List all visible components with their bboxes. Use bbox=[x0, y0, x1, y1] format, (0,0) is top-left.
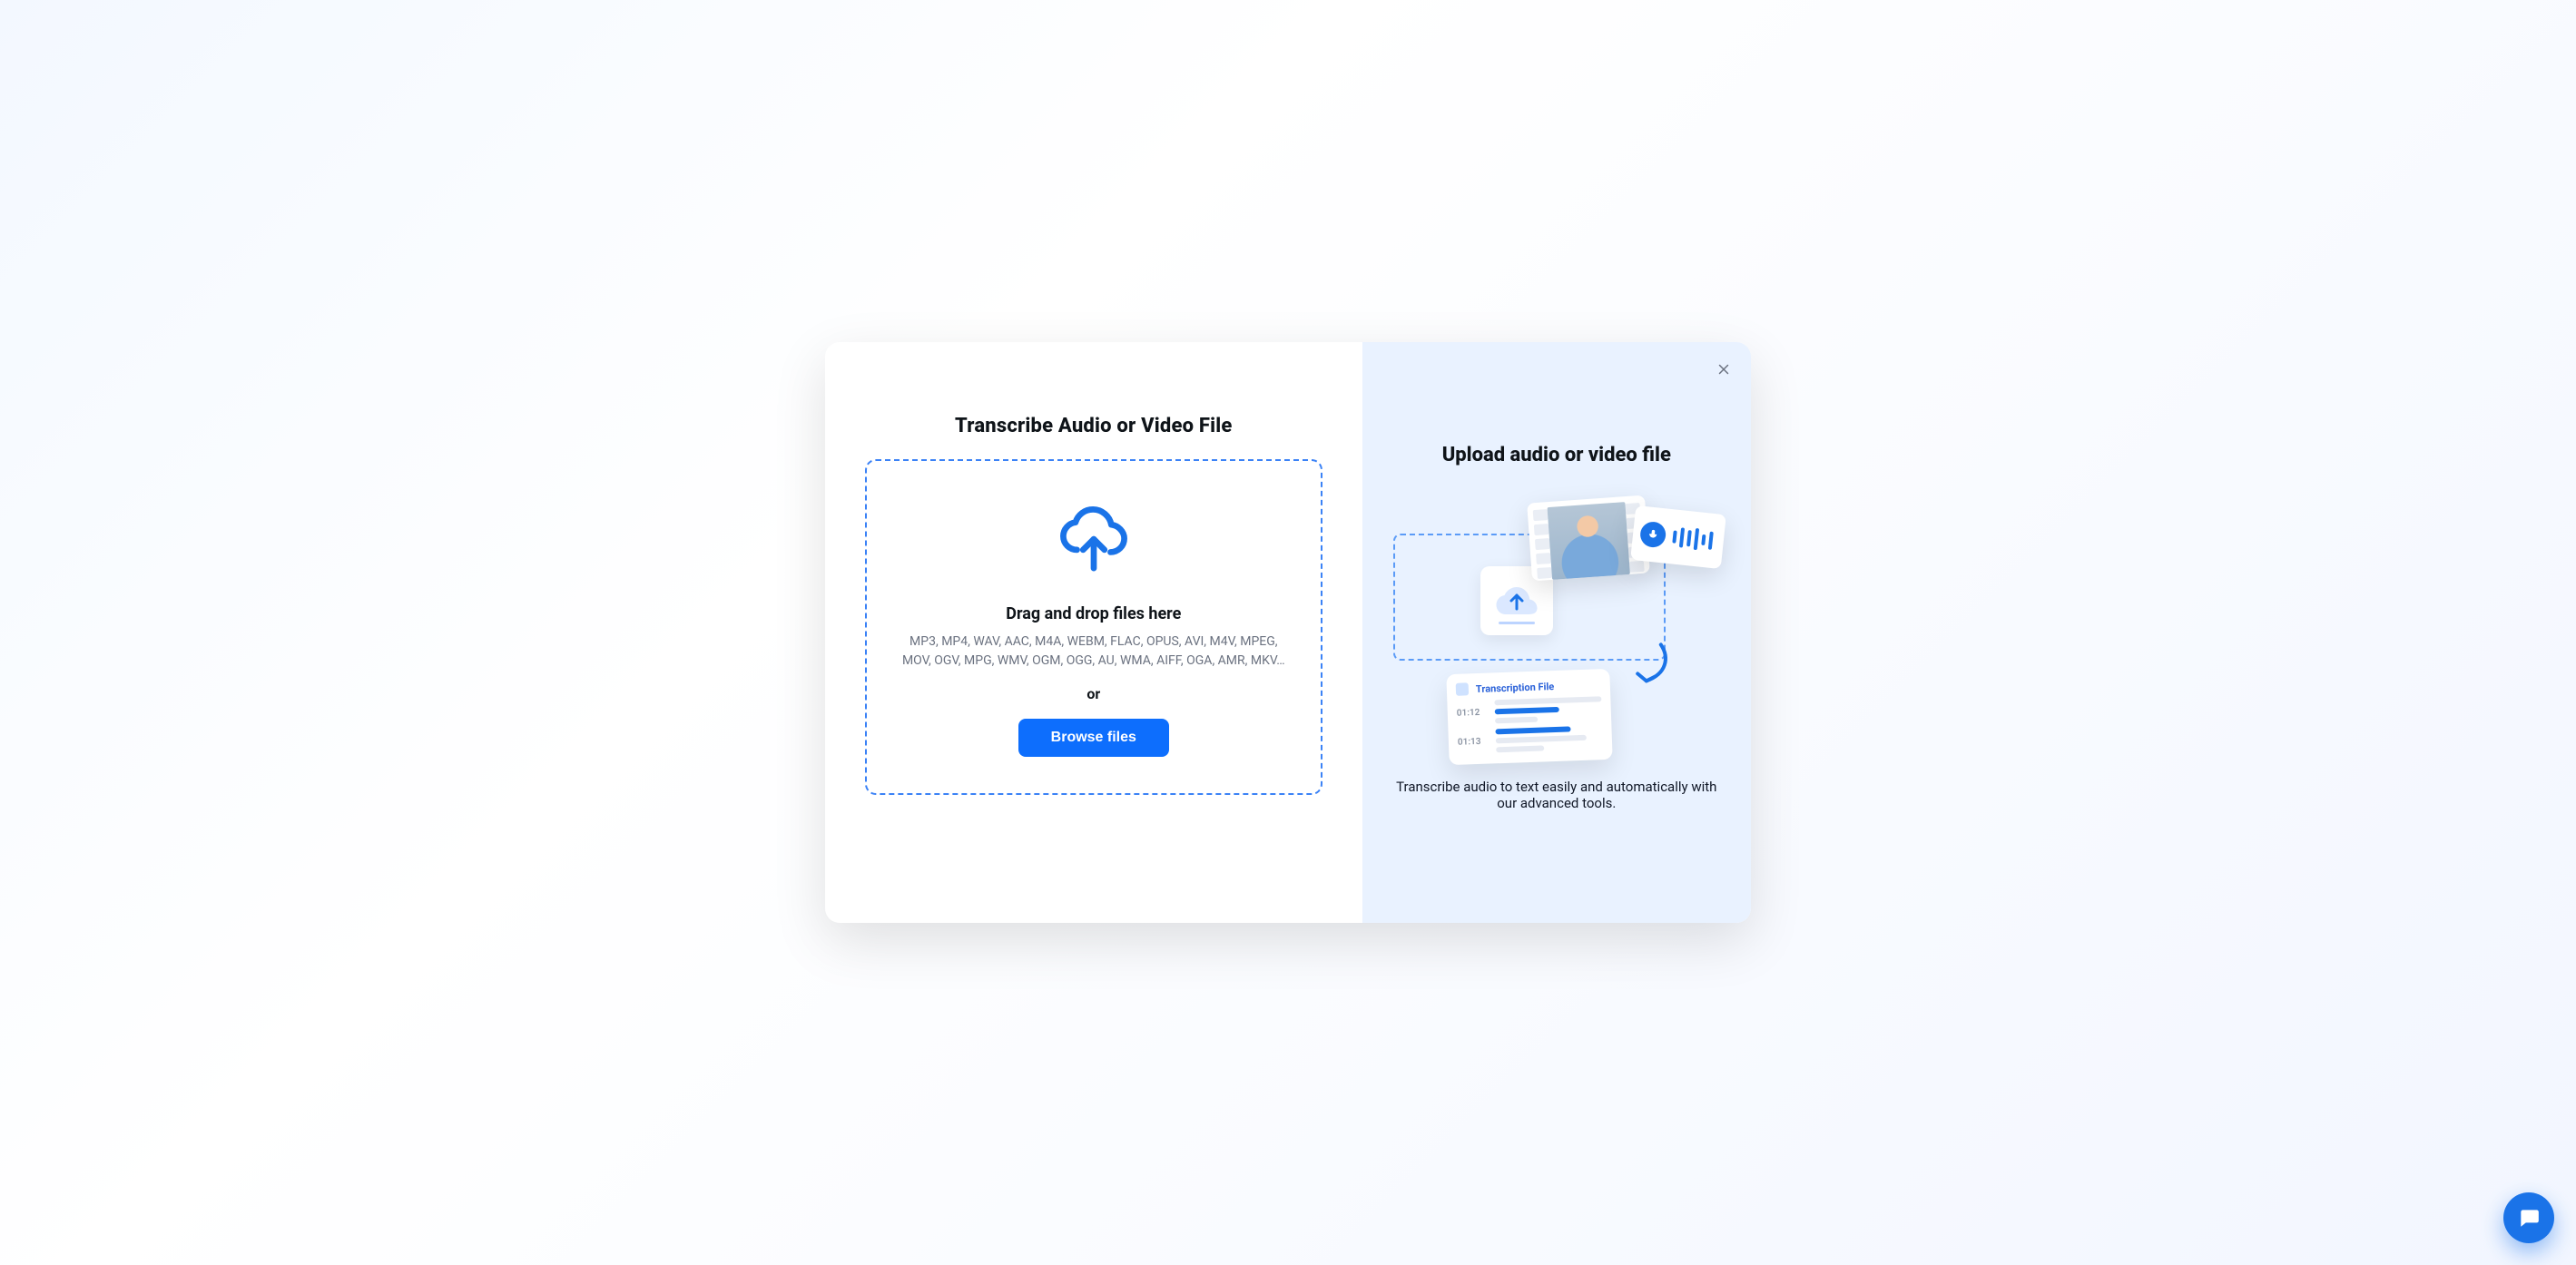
arrow-curved-icon bbox=[1620, 639, 1678, 697]
video-thumb bbox=[1547, 502, 1629, 580]
browse-files-button[interactable]: Browse files bbox=[1018, 719, 1169, 757]
timestamp: 01:13 bbox=[1458, 736, 1489, 747]
right-title: Upload audio or video file bbox=[1442, 444, 1671, 466]
upload-modal: Transcribe Audio or Video File Drag and … bbox=[825, 342, 1751, 923]
dropzone[interactable]: Drag and drop files here MP3, MP4, WAV, … bbox=[865, 459, 1322, 795]
illustration-audio-card bbox=[1630, 505, 1726, 569]
chat-fab[interactable] bbox=[2503, 1192, 2554, 1243]
illustration-transcript-card: Transcription File 01:12 01:13 bbox=[1446, 669, 1612, 765]
right-subtitle: Transcribe audio to text easily and auto… bbox=[1393, 779, 1720, 811]
mic-icon bbox=[1639, 521, 1667, 549]
underline-bar bbox=[1499, 622, 1535, 624]
transcript-label: Transcription File bbox=[1475, 681, 1554, 695]
right-panel: Upload audio or video file bbox=[1362, 342, 1751, 923]
or-label: or bbox=[1086, 685, 1100, 702]
audio-wave-icon bbox=[1672, 525, 1714, 551]
cloud-upload-icon bbox=[1056, 505, 1132, 575]
timestamp: 01:12 bbox=[1456, 707, 1487, 718]
illustration-video-card bbox=[1527, 495, 1650, 582]
close-icon bbox=[1716, 361, 1732, 378]
left-title: Transcribe Audio or Video File bbox=[955, 415, 1233, 437]
arrow-up-icon bbox=[1509, 591, 1525, 611]
supported-formats: MP3, MP4, WAV, AAC, M4A, WEBM, FLAC, OPU… bbox=[900, 632, 1288, 671]
chat-icon bbox=[2517, 1206, 2541, 1230]
left-panel: Transcribe Audio or Video File Drag and … bbox=[825, 342, 1362, 923]
sparkle-icon bbox=[1455, 682, 1468, 695]
illustration: Transcription File 01:12 01:13 bbox=[1393, 490, 1720, 762]
close-button[interactable] bbox=[1709, 355, 1738, 384]
drop-title: Drag and drop files here bbox=[1006, 604, 1181, 623]
